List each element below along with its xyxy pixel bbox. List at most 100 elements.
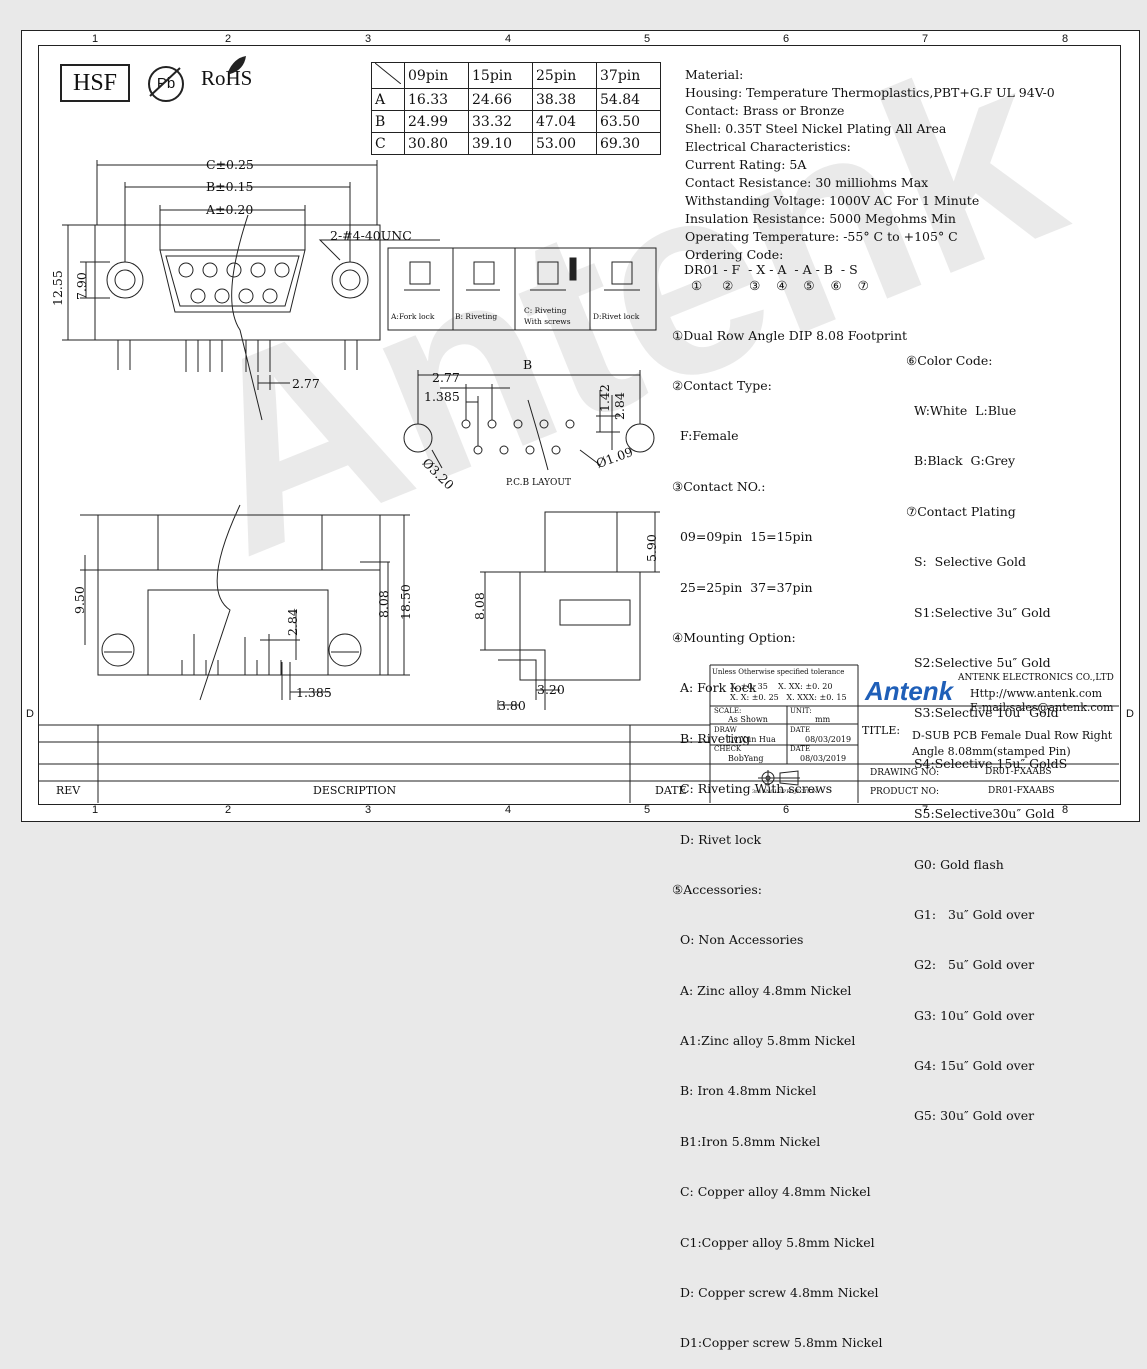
- check-value: BobYang: [728, 754, 764, 763]
- option-line: ⑤Accessories:: [672, 881, 762, 897]
- drawing-no: DR01-FXAABS: [985, 767, 1052, 777]
- option-line: D: Copper screw 4.8mm Nickel: [672, 1285, 879, 1301]
- right-screw-hole: [331, 261, 369, 299]
- dim-9-50: 9.50: [72, 586, 87, 614]
- unit-label: UNIT:: [790, 707, 812, 715]
- draw-label: DRAW: [714, 726, 737, 734]
- dim-18-50: 18.50: [398, 584, 413, 620]
- title-line-2: Angle 8.08mm(stamped Pin): [912, 745, 1071, 758]
- tolerance-title: Unless Otherwise specified tolerance: [712, 668, 845, 676]
- date-label: DATE: [790, 726, 811, 734]
- option-line: ④Mounting Option:: [672, 629, 796, 645]
- antenk-logo: Antenk: [865, 676, 954, 706]
- mount-option-d: D:Rivet lock: [593, 312, 640, 321]
- option-line: G5: 30u″ Gold over: [906, 1108, 1035, 1124]
- scale-label: SCALE:: [714, 707, 742, 715]
- option-line: S5:Selective30u″ Gold: [906, 806, 1055, 822]
- scale-value: As Shown: [728, 715, 768, 724]
- product-no: DR01-FXAABS: [988, 786, 1055, 796]
- option-line: A1:Zinc alloy 5.8mm Nickel: [672, 1033, 856, 1049]
- spec-line: Withstanding Voltage: 1000V AC For 1 Min…: [685, 193, 980, 208]
- bottom-view: [80, 504, 410, 701]
- ordering-code: DR01 - F - X - A - A - B - S: [684, 262, 858, 277]
- draw-date: 08/03/2019: [805, 735, 852, 744]
- spec-line: Current Rating: 5A: [685, 157, 807, 172]
- dim-2-77: 2.77: [292, 376, 320, 391]
- dim-c: C±0.25: [206, 157, 254, 172]
- title-line-1: D-SUB PCB Female Dual Row Right: [912, 729, 1113, 742]
- option-line: 09=09pin 15=15pin: [672, 529, 813, 545]
- dim-3-80: 3.80: [498, 698, 526, 713]
- pcb-dim-2-84: 2.84: [612, 392, 627, 420]
- option-line: G2: 5u″ Gold over: [906, 957, 1035, 973]
- dim-b: B±0.15: [206, 179, 254, 194]
- dim-a: A±0.20: [206, 202, 254, 217]
- left-screw-hole: [106, 261, 144, 299]
- company-email-text[interactable]: E-mail:sales@antenk.com: [970, 701, 1114, 714]
- option-line: ⑥Color Code:: [906, 352, 993, 368]
- dim-1-385-bottom: 1.385: [296, 685, 332, 700]
- spec-line: Housing: Temperature Thermoplastics,PBT+…: [685, 85, 1055, 100]
- dim-12-55: 12.55: [50, 270, 65, 306]
- option-line: ②Contact Type:: [672, 377, 772, 393]
- option-line: F:Female: [672, 428, 739, 444]
- description-header: DESCRIPTION: [313, 784, 397, 797]
- option-line: W:White L:Blue: [906, 402, 1017, 418]
- dim-3-20: 3.20: [537, 682, 565, 697]
- company-url-text[interactable]: Http://www.antenk.com: [970, 687, 1102, 700]
- option-line: A: Zinc alloy 4.8mm Nickel: [672, 982, 852, 998]
- option-line: G4: 15u″ Gold over: [906, 1058, 1035, 1074]
- spec-line: Shell: 0.35T Steel Nickel Plating All Ar…: [685, 121, 947, 136]
- dim-8-08-side: 8.08: [472, 592, 487, 620]
- tolerance-line: X. ±0. 35 X. XX: ±0. 20: [730, 682, 833, 691]
- option-line: S: Selective Gold: [906, 554, 1026, 570]
- dim-8-08-bottom: 8.08: [376, 590, 391, 618]
- date-header: DATE: [655, 784, 687, 797]
- option-line: G3: 10u″ Gold over: [906, 1007, 1035, 1023]
- mount-option-b: B: Riveting: [455, 312, 498, 321]
- drawing-no-label: DRAWING NO:: [870, 768, 940, 778]
- spec-block: Material: Housing: Temperature Thermopla…: [685, 66, 1055, 264]
- spec-line: Insulation Resistance: 5000 Megohms Min: [685, 211, 956, 226]
- draw-value: Lv Xun Hua: [728, 735, 776, 744]
- pcb-layout-caption: P.C.B LAYOUT: [506, 478, 572, 488]
- pcb-dim-1-42: 1.42: [597, 384, 612, 412]
- pcb-dim-1-385: 1.385: [424, 389, 460, 404]
- dim-5-90: 5.90: [644, 534, 659, 562]
- option-line: C1:Copper alloy 5.8mm Nickel: [672, 1234, 875, 1250]
- tolerance-line: X. X: ±0. 25 X. XXX: ±0. 15: [730, 693, 847, 702]
- product-no-label: PRODUCT NO:: [870, 787, 940, 797]
- option-line: ③Contact NO.:: [672, 478, 766, 494]
- company-email[interactable]: E-mail:sales@antenk.com: [970, 701, 1114, 714]
- option-line: 25=25pin 37=37pin: [672, 579, 813, 595]
- side-view: [480, 511, 660, 710]
- spec-line: Contact Resistance: 30 milliohms Max: [685, 175, 929, 190]
- pcb-dim-b: B: [523, 357, 533, 372]
- dim-7-90: 7.90: [74, 272, 89, 300]
- option-line: ①Dual Row Angle DIP 8.08 Footprint: [672, 327, 908, 343]
- dim-unc: 2-#4-40UNC: [330, 228, 412, 243]
- option-line: ⑦Contact Plating: [906, 503, 1016, 519]
- option-line: B: Iron 4.8mm Nickel: [672, 1083, 817, 1099]
- option-line: G0: Gold flash: [906, 856, 1004, 872]
- front-view: [62, 160, 440, 421]
- spec-line: Electrical Characteristics:: [685, 139, 851, 154]
- company-url[interactable]: Http://www.antenk.com: [970, 687, 1102, 700]
- option-line: D: Rivet lock: [672, 831, 762, 847]
- option-line: S2:Selective 5u″ Gold: [906, 654, 1051, 670]
- option-line: S1:Selective 3u″ Gold: [906, 604, 1051, 620]
- option-line: G1: 3u″ Gold over: [906, 906, 1035, 922]
- rev-header: REV: [56, 784, 81, 797]
- option-line: D1:Copper screw 5.8mm Nickel: [672, 1335, 883, 1351]
- spec-line: Operating Temperature: -55° C to +105° C: [685, 229, 958, 244]
- options-left: ①Dual Row Angle DIP 8.08 Footprint ②Cont…: [672, 294, 907, 1369]
- mount-option-c: C: Riveting With screws: [524, 306, 571, 326]
- pcb-dim-2-77: 2.77: [432, 370, 460, 385]
- company-name: ANTENK ELECTRONICS CO.,LTD: [958, 673, 1114, 683]
- option-line: B:Black G:Grey: [906, 453, 1016, 469]
- option-line: C: Copper alloy 4.8mm Nickel: [672, 1184, 871, 1200]
- option-line: B1:Iron 5.8mm Nickel: [672, 1133, 821, 1149]
- mount-option-a: A:Fork lock: [391, 312, 435, 321]
- spec-line: Contact: Brass or Bronze: [685, 103, 845, 118]
- projection-label: 3rd ANGLE PROJECTION: [752, 789, 818, 795]
